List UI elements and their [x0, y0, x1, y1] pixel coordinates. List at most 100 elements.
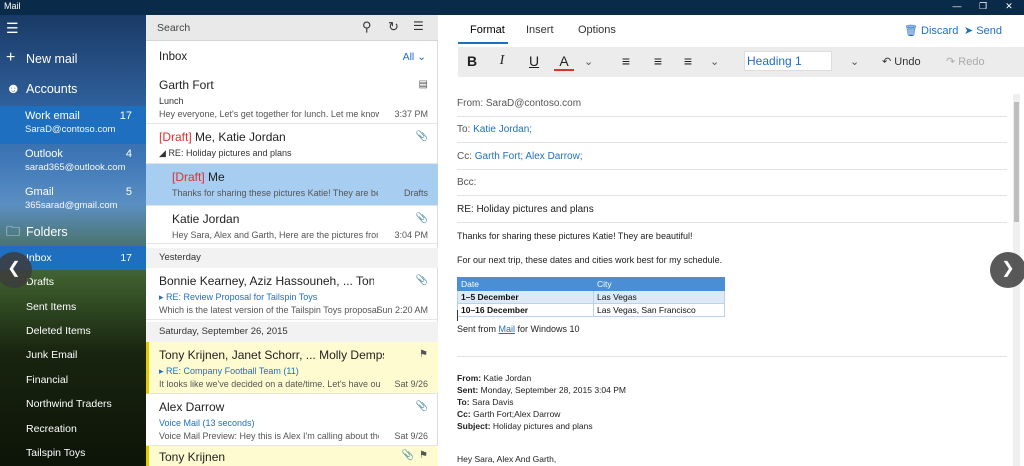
list-item[interactable]: Bonnie Kearney, Aziz Hassouneh, ... Tony… — [146, 268, 438, 320]
sync-icon[interactable]: ↻ — [388, 19, 399, 35]
folder-name: Deleted Items — [26, 325, 91, 337]
select-mode-icon[interactable]: ☰ — [413, 19, 424, 33]
list-item[interactable]: Katie Jordan Hey Sara, Alex and Garth, H… — [146, 206, 438, 244]
send-label: Send — [976, 25, 1002, 37]
list-item[interactable]: Garth Fort Lunch Hey everyone, Let's get… — [146, 72, 438, 124]
attachment-icon: 📎 — [415, 275, 428, 286]
message-list-pane: Search ⚲ ↻ ☰ Inbox All ⌄ Garth Fort Lunc… — [146, 15, 438, 466]
window-title: Mail — [4, 1, 21, 11]
send-button[interactable]: ➤ Send — [964, 24, 1002, 37]
attachment-icon: 📎 — [415, 401, 428, 412]
flag-icon: ⚑ — [419, 450, 428, 461]
quote-label: Sent: — [457, 385, 479, 395]
table-cell: 1–5 December — [457, 290, 594, 304]
undo-button[interactable]: ↶ Undo — [882, 55, 921, 68]
bcc-field[interactable]: Bcc: — [457, 177, 476, 188]
column-header: City — [593, 277, 725, 291]
quote-subject: Subject: Holiday pictures and plans — [457, 421, 593, 431]
tab-options[interactable]: Options — [578, 24, 616, 36]
chevron-down-icon[interactable]: ⌄ — [710, 55, 719, 68]
account-gmail[interactable]: Gmail 365sarad@gmail.com 5 — [0, 182, 146, 220]
discard-button[interactable]: 🗑 Discard — [904, 24, 958, 37]
style-dropdown[interactable]: Heading 1 — [744, 51, 832, 71]
folders-button[interactable]: 🗀 Folders — [0, 222, 146, 242]
close-icon[interactable]: ✕ — [1000, 0, 1018, 15]
search-bar[interactable]: Search ⚲ ↻ ☰ — [146, 15, 438, 41]
folder-deleted-items[interactable]: Deleted Items — [0, 319, 146, 343]
person-icon: ☻ — [6, 80, 21, 96]
redo-button[interactable]: ↷ Redo — [946, 55, 985, 68]
schedule-table: Date City 1–5 December Las Vegas 10–16 D… — [457, 277, 725, 317]
from-field: From: SaraD@contoso.com — [457, 98, 582, 109]
message-preview: Hey everyone, Let's get together for lun… — [159, 109, 379, 119]
restore-icon[interactable]: ❐ — [974, 0, 992, 15]
table-header-row: Date City — [457, 277, 725, 291]
accounts-button[interactable]: ☻ Accounts — [0, 79, 146, 99]
scrollbar-thumb[interactable] — [1014, 102, 1019, 222]
bullets-icon[interactable]: ≡ — [616, 53, 636, 69]
tab-insert[interactable]: Insert — [526, 24, 554, 36]
message-time: 3:04 PM — [394, 230, 428, 240]
account-outlook[interactable]: Outlook sarad365@outlook.com 4 — [0, 144, 146, 182]
title-bar: Mail — ❐ ✕ — [0, 0, 1024, 15]
folder-junk-email[interactable]: Junk Email — [0, 343, 146, 367]
compose-pane: Format Insert Options 🗑 Discard ➤ Send B… — [438, 15, 1024, 466]
body-line: For our next trip, these dates and citie… — [457, 255, 723, 265]
message-preview: Thanks for sharing these pictures Katie!… — [172, 188, 378, 198]
account-work-email[interactable]: Work email SaraD@contoso.com 17 — [0, 106, 146, 144]
message-sender: Alex Darrow — [159, 400, 225, 414]
quote-value: Sara Davis — [469, 397, 514, 407]
trash-icon: 🗑 — [904, 25, 918, 37]
cc-field[interactable]: Cc: Garth Fort; Alex Darrow; — [457, 151, 583, 162]
mail-link[interactable]: Mail — [499, 324, 516, 334]
message-preview: Which is the latest version of the Tails… — [159, 305, 379, 315]
style-value: Heading 1 — [747, 54, 802, 68]
folder-recreation[interactable]: Recreation — [0, 417, 146, 441]
font-color-icon[interactable]: A — [554, 53, 574, 71]
hamburger-menu[interactable]: ☰ — [0, 20, 146, 40]
new-mail-button[interactable]: + New mail — [0, 49, 146, 69]
folder-name: Sent Items — [26, 301, 77, 313]
bold-icon[interactable]: B — [462, 53, 482, 69]
to-field[interactable]: To: Katie Jordan; — [457, 124, 532, 135]
list-item[interactable]: Tony Krijnen 📎 ⚑ — [146, 446, 438, 466]
italic-icon[interactable]: I — [492, 53, 512, 69]
chevron-down-icon[interactable]: ⌄ — [584, 55, 593, 68]
send-icon: ➤ — [964, 25, 974, 37]
list-item[interactable]: Tony Krijnen, Janet Schorr, ... Molly De… — [146, 342, 438, 394]
folder-sent-items[interactable]: Sent Items — [0, 295, 146, 319]
list-item[interactable]: Alex Darrow Voice Mail (13 seconds) Voic… — [146, 394, 438, 446]
message-subject: RE: Company Football Team (11) — [166, 366, 299, 376]
message-time: Sun 2:20 AM — [376, 305, 428, 315]
search-icon[interactable]: ⚲ — [362, 19, 372, 35]
quote-cc: Cc: Garth Fort;Alex Darrow — [457, 409, 560, 419]
hamburger-icon[interactable]: ☰ — [6, 20, 19, 36]
signature: Sent from Mail for Windows 10 — [457, 324, 580, 334]
message-preview: Voice Mail Preview: Hey this is Alex I'm… — [159, 431, 379, 441]
account-name: Outlook — [25, 148, 63, 160]
minimize-icon[interactable]: — — [948, 0, 966, 15]
folder-northwind-traders[interactable]: Northwind Traders — [0, 392, 146, 416]
divider — [457, 142, 1007, 143]
folder-name: Junk Email — [26, 349, 78, 361]
message-sender: Katie Jordan — [172, 212, 240, 226]
tab-format[interactable]: Format — [470, 24, 505, 36]
message-preview: Hey Sara, Alex and Garth, Here are the p… — [172, 230, 378, 240]
account-address: sarad365@outlook.com — [25, 162, 126, 173]
underline-icon[interactable]: U — [524, 53, 544, 69]
subject-field[interactable]: RE: Holiday pictures and plans — [457, 204, 594, 215]
filter-dropdown[interactable]: All ⌄ — [403, 51, 426, 63]
numbering-icon[interactable]: ≡ — [648, 53, 668, 69]
folder-tailspin-toys[interactable]: Tailspin Toys — [0, 441, 146, 465]
quote-label: Cc: — [457, 409, 471, 419]
align-icon[interactable]: ≡ — [678, 53, 698, 69]
list-item[interactable]: [Draft] Me Thanks for sharing these pict… — [146, 164, 438, 206]
search-input[interactable]: Search — [157, 22, 190, 34]
folder-financial[interactable]: Financial — [0, 368, 146, 392]
draft-tag: [Draft] — [159, 130, 192, 144]
sidebar: ☰ + New mail ☻ Accounts Work email SaraD… — [0, 15, 146, 466]
next-arrow-icon[interactable]: ❯ — [990, 252, 1024, 288]
chevron-down-icon[interactable]: ⌄ — [850, 55, 859, 68]
quote-value: Garth Fort;Alex Darrow — [470, 409, 561, 419]
list-item[interactable]: [Draft] Me, Katie Jordan ◢ RE: Holiday p… — [146, 124, 438, 164]
